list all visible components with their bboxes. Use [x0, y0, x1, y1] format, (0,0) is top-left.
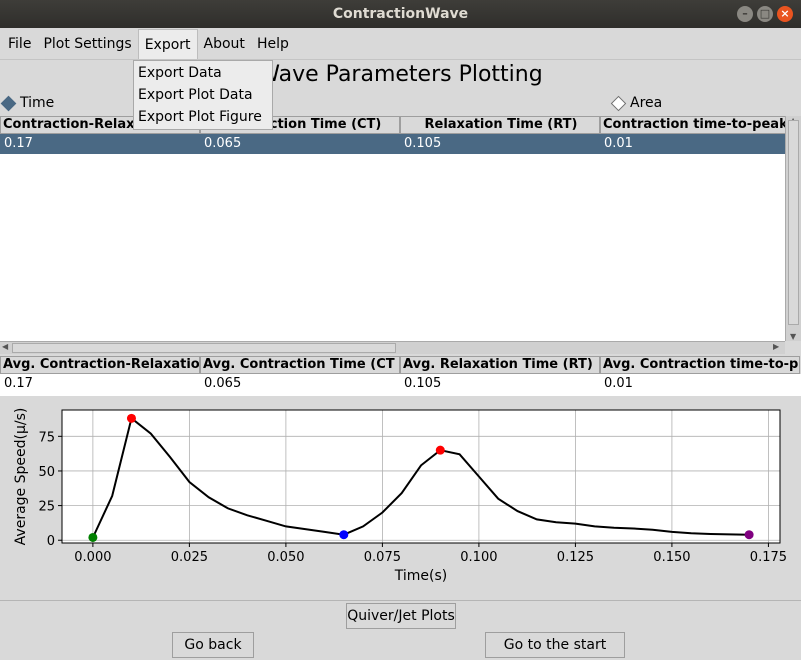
radio-time-label: Time	[20, 95, 55, 111]
page-title: Wave Parameters Plotting	[258, 62, 543, 87]
x-tick-label: 0.025	[171, 550, 208, 565]
radio-area[interactable]: Area	[610, 94, 663, 112]
scroll-left-icon[interactable]: ◀	[2, 342, 8, 351]
table-cell: 0.01	[604, 376, 633, 391]
averages-table-header: Avg. Contraction-Relaxatio Avg. Contract…	[0, 356, 801, 374]
export-data-item[interactable]: Export Data	[134, 62, 272, 84]
menu-plot-settings[interactable]: Plot Settings	[37, 29, 137, 59]
marker-point	[339, 530, 349, 540]
table-cell: 0.065	[204, 376, 242, 391]
column-header[interactable]: Avg. Contraction time-to-p	[600, 356, 800, 374]
table-row[interactable]: 0.17 0.065 0.105 0.01	[0, 134, 785, 154]
column-header[interactable]: Contraction time-to-peak	[600, 116, 785, 134]
wave-plot: 0.000 0.025 0.050 0.075 0.100 0.125 0.150 0.175…	[0, 398, 801, 596]
table-cell: 0.105	[404, 376, 442, 391]
menu-bar: File Plot Settings Export About Help	[0, 28, 801, 60]
y-tick-label: 75	[38, 430, 55, 445]
y-tick-label: 25	[38, 500, 55, 515]
minimize-icon[interactable]: –	[737, 6, 753, 22]
table-cell: 0.01	[604, 136, 633, 151]
y-tick-label: 0	[47, 534, 55, 549]
vertical-scroll-thumb[interactable]	[788, 120, 799, 325]
menu-help[interactable]: Help	[251, 29, 295, 59]
table-cell: 0.105	[404, 136, 442, 151]
go-to-start-page-button[interactable]: Go to the start page	[485, 632, 625, 658]
marker-point	[88, 532, 98, 542]
marker-point	[435, 445, 445, 455]
column-header[interactable]: Avg. Contraction-Relaxatio	[0, 356, 200, 374]
export-dropdown: Export Data Export Plot Data Export Plot…	[133, 60, 273, 130]
quiver-jet-plots-button[interactable]: Quiver/Jet Plots	[346, 603, 456, 629]
vertical-scrollbar[interactable]: ▲ ▼	[785, 116, 801, 341]
table-cell: 0.17	[4, 376, 33, 391]
menu-file[interactable]: File	[2, 29, 37, 59]
maximize-icon[interactable]: □	[757, 6, 773, 22]
x-tick-label: 0.075	[364, 550, 401, 565]
x-tick-label: 0.150	[653, 550, 690, 565]
horizontal-scrollbar[interactable]: ◀ ▶	[0, 341, 785, 354]
table-cell: 0.065	[204, 136, 242, 151]
marker-point	[126, 413, 136, 423]
radio-area-indicator[interactable]	[610, 95, 627, 111]
table-row[interactable]: 0.17 0.065 0.105 0.01	[0, 374, 801, 394]
results-table-header: Contraction-Relaxation Ti Contraction Ti…	[0, 116, 785, 134]
close-icon[interactable]: ×	[777, 6, 793, 22]
separator	[0, 600, 801, 601]
averages-table: Avg. Contraction-Relaxatio Avg. Contract…	[0, 356, 801, 396]
radio-time-indicator[interactable]	[0, 95, 17, 111]
scroll-right-icon[interactable]: ▶	[773, 342, 779, 351]
window-controls: – □ ×	[737, 6, 793, 22]
y-tick-label: 50	[38, 465, 55, 480]
x-tick-label: 0.175	[750, 550, 787, 565]
marker-point	[744, 530, 754, 540]
x-tick-label: 0.100	[460, 550, 497, 565]
column-header[interactable]: Relaxation Time (RT)	[400, 116, 600, 134]
y-axis-label: Average Speed(μ/s)	[13, 408, 29, 546]
wave-plot-svg: 0.000 0.025 0.050 0.075 0.100 0.125 0.150 0.175…	[13, 408, 787, 584]
menu-about[interactable]: About	[198, 29, 251, 59]
x-tick-label: 0.050	[267, 550, 304, 565]
results-table: Contraction-Relaxation Ti Contraction Ti…	[0, 116, 785, 341]
table-cell: 0.17	[4, 136, 33, 151]
x-axis-label: Time(s)	[394, 568, 447, 584]
window-titlebar: ContractionWave – □ ×	[0, 0, 801, 28]
export-plot-figure-item[interactable]: Export Plot Figure	[134, 106, 272, 128]
window-title: ContractionWave	[332, 6, 469, 22]
x-tick-label: 0.000	[74, 550, 111, 565]
export-plot-data-item[interactable]: Export Plot Data	[134, 84, 272, 106]
go-back-button[interactable]: Go back	[172, 632, 254, 658]
horizontal-scroll-thumb[interactable]	[12, 343, 396, 353]
radio-time[interactable]: Time	[0, 94, 55, 112]
column-header[interactable]: Avg. Contraction Time (CT	[200, 356, 400, 374]
menu-export[interactable]: Export	[137, 28, 198, 59]
radio-area-label: Area	[630, 95, 663, 111]
x-tick-label: 0.125	[557, 550, 594, 565]
scroll-down-icon[interactable]: ▼	[790, 332, 796, 341]
column-header[interactable]: Avg. Relaxation Time (RT)	[400, 356, 600, 374]
